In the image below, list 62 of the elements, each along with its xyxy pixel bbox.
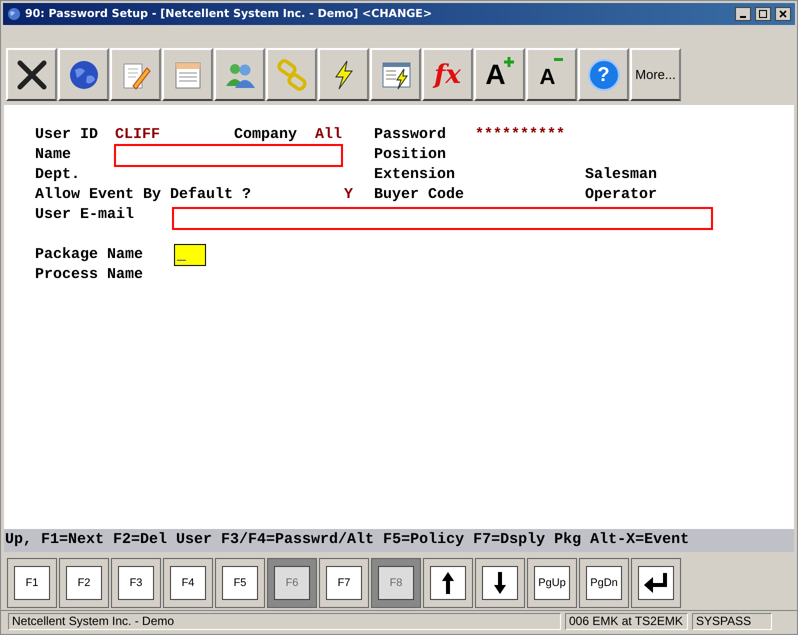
field-label: Dept. bbox=[35, 165, 82, 185]
field-label: Allow Event By Default ? bbox=[35, 185, 252, 205]
toolbar-button[interactable] bbox=[266, 48, 317, 101]
field-label: Position bbox=[374, 145, 446, 165]
toolbar-button[interactable] bbox=[370, 48, 421, 101]
function-key[interactable] bbox=[631, 558, 681, 608]
field-label: User E-mail bbox=[35, 205, 136, 225]
formula-icon: fx bbox=[434, 62, 461, 88]
enter-icon bbox=[643, 572, 669, 594]
maximize-button[interactable] bbox=[755, 7, 771, 21]
field-label: User ID bbox=[35, 125, 100, 145]
toolbar-button[interactable]: A bbox=[526, 48, 577, 101]
toolbar-button[interactable] bbox=[6, 48, 57, 101]
toolbar-button[interactable] bbox=[214, 48, 265, 101]
input-field[interactable] bbox=[172, 207, 713, 230]
field-label: Buyer Code bbox=[374, 185, 466, 205]
chain-icon bbox=[274, 58, 308, 92]
field-label: Name bbox=[35, 145, 72, 165]
function-key[interactable]: F4 bbox=[163, 558, 213, 608]
field-value: CLIFF bbox=[115, 125, 162, 145]
window-title: 90: Password Setup - [Netcellent System Inc. - Demo] <CHANGE> bbox=[25, 6, 434, 22]
function-key[interactable]: F5 bbox=[215, 558, 265, 608]
field-label: Password bbox=[374, 125, 448, 145]
toolbar-button[interactable] bbox=[162, 48, 213, 101]
toolbar-button[interactable]: ? bbox=[578, 48, 629, 101]
close-button[interactable] bbox=[775, 7, 791, 21]
field-label: Process Name bbox=[35, 265, 144, 285]
function-key[interactable]: PgDn bbox=[579, 558, 629, 608]
more-button[interactable]: More... bbox=[630, 48, 681, 101]
globe-icon bbox=[7, 7, 21, 21]
status-pane: Netcellent System Inc. - Demo bbox=[8, 613, 561, 630]
up-arrow-icon bbox=[441, 571, 455, 595]
hint-text: Up, F1=Next F2=Del User F3/F4=Passwrd/Alt F5=Policy F7=Dsply Pkg Alt-X=Event bbox=[5, 530, 690, 550]
input-field[interactable] bbox=[114, 144, 343, 166]
function-key[interactable]: F3 bbox=[111, 558, 161, 608]
toolbar-button[interactable] bbox=[110, 48, 161, 101]
function-key[interactable]: F1 bbox=[7, 558, 57, 608]
field-label: Package Name bbox=[35, 245, 144, 265]
function-key[interactable] bbox=[475, 558, 525, 608]
field-value: Y bbox=[344, 185, 354, 205]
function-key[interactable]: PgUp bbox=[527, 558, 577, 608]
field-label: Operator bbox=[585, 185, 658, 205]
function-key[interactable]: F2 bbox=[59, 558, 109, 608]
status-pane: 006 EMK at TS2EMK bbox=[565, 613, 688, 630]
password-value: ********** bbox=[475, 125, 566, 145]
status-pane: SYSPASS bbox=[692, 613, 772, 630]
function-key[interactable]: F7 bbox=[319, 558, 369, 608]
down-arrow-icon bbox=[493, 571, 507, 595]
close-icon bbox=[14, 58, 48, 92]
field-label: Company bbox=[234, 125, 298, 145]
field-value: All bbox=[315, 125, 344, 145]
function-key[interactable] bbox=[423, 558, 473, 608]
field-label: Salesman bbox=[585, 165, 658, 185]
maximize-icon bbox=[759, 10, 767, 18]
field-label: Extension bbox=[374, 165, 456, 185]
minimize-button[interactable] bbox=[735, 7, 751, 21]
toolbar-button[interactable] bbox=[58, 48, 109, 101]
toolbar-button[interactable] bbox=[318, 48, 369, 101]
input-field[interactable]: _ bbox=[174, 244, 206, 266]
toolbar-button[interactable]: A bbox=[474, 48, 525, 101]
close-icon bbox=[779, 10, 787, 18]
help-icon: ? bbox=[588, 58, 620, 90]
